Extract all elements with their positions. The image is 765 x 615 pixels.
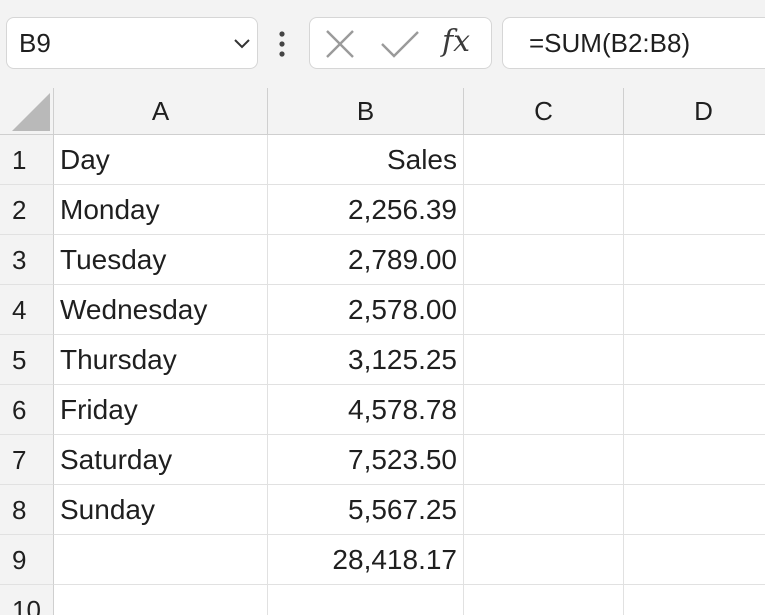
name-box[interactable]: B9 — [6, 17, 258, 69]
checkmark-icon[interactable] — [378, 26, 422, 62]
cell-a3[interactable]: Tuesday — [54, 235, 268, 285]
row-header[interactable]: 1 — [0, 135, 54, 185]
cell-b8[interactable]: 5,567.25 — [268, 485, 464, 535]
cell-d6[interactable] — [624, 385, 765, 435]
row-header[interactable]: 3 — [0, 235, 54, 285]
row-header[interactable]: 8 — [0, 485, 54, 535]
formula-bar-area: B9 fx =SUM(B2:B8) — [0, 0, 765, 88]
select-all-triangle-icon — [12, 93, 50, 131]
cell-b7[interactable]: 7,523.50 — [268, 435, 464, 485]
cell-c7[interactable] — [464, 435, 624, 485]
row-header[interactable]: 2 — [0, 185, 54, 235]
cell-c5[interactable] — [464, 335, 624, 385]
row-header[interactable]: 10 — [0, 585, 54, 615]
cell-c10[interactable] — [464, 585, 624, 615]
cell-b9[interactable]: 28,418.17 — [268, 535, 464, 585]
cell-b3[interactable]: 2,789.00 — [268, 235, 464, 285]
column-header-d[interactable]: D — [624, 88, 765, 135]
row-header[interactable]: 5 — [0, 335, 54, 385]
cell-c1[interactable] — [464, 135, 624, 185]
row-header[interactable]: 7 — [0, 435, 54, 485]
spreadsheet-grid: A B C D 1 Day Sales 2 Monday 2,256.39 3 Tuesday… — [0, 88, 765, 615]
row-header[interactable]: 6 — [0, 385, 54, 435]
cell-a4[interactable]: Wednesday — [54, 285, 268, 335]
cell-b4[interactable]: 2,578.00 — [268, 285, 464, 335]
cell-d10[interactable] — [624, 585, 765, 615]
formula-input[interactable]: =SUM(B2:B8) — [502, 17, 765, 69]
cell-c8[interactable] — [464, 485, 624, 535]
cell-d4[interactable] — [624, 285, 765, 335]
cell-b1[interactable]: Sales — [268, 135, 464, 185]
formula-buttons: fx — [309, 17, 492, 69]
fx-icon[interactable]: fx — [442, 24, 470, 59]
name-box-value: B9 — [19, 28, 51, 58]
cell-a10[interactable] — [54, 585, 268, 615]
cell-a1[interactable]: Day — [54, 135, 268, 185]
cell-a5[interactable]: Thursday — [54, 335, 268, 385]
cell-a9[interactable] — [54, 535, 268, 585]
cell-b10[interactable] — [268, 585, 464, 615]
cell-a8[interactable]: Sunday — [54, 485, 268, 535]
cell-c4[interactable] — [464, 285, 624, 335]
cell-d5[interactable] — [624, 335, 765, 385]
formula-text: =SUM(B2:B8) — [529, 28, 691, 58]
cell-d2[interactable] — [624, 185, 765, 235]
row-header[interactable]: 9 — [0, 535, 54, 585]
cell-a7[interactable]: Saturday — [54, 435, 268, 485]
cell-d1[interactable] — [624, 135, 765, 185]
chevron-down-icon[interactable] — [231, 32, 253, 54]
column-header-b[interactable]: B — [268, 88, 464, 135]
cell-b6[interactable]: 4,578.78 — [268, 385, 464, 435]
cell-d3[interactable] — [624, 235, 765, 285]
cell-c2[interactable] — [464, 185, 624, 235]
row-header[interactable]: 4 — [0, 285, 54, 335]
cell-a2[interactable]: Monday — [54, 185, 268, 235]
cell-c9[interactable] — [464, 535, 624, 585]
cell-a6[interactable]: Friday — [54, 385, 268, 435]
cell-c3[interactable] — [464, 235, 624, 285]
vertical-ellipsis-icon[interactable] — [275, 28, 289, 60]
select-all-button[interactable] — [0, 88, 54, 135]
column-header-c[interactable]: C — [464, 88, 624, 135]
cell-b5[interactable]: 3,125.25 — [268, 335, 464, 385]
column-header-a[interactable]: A — [54, 88, 268, 135]
cell-d9[interactable] — [624, 535, 765, 585]
cell-b2[interactable]: 2,256.39 — [268, 185, 464, 235]
cell-d7[interactable] — [624, 435, 765, 485]
close-icon[interactable] — [322, 26, 358, 62]
cell-d8[interactable] — [624, 485, 765, 535]
cell-c6[interactable] — [464, 385, 624, 435]
